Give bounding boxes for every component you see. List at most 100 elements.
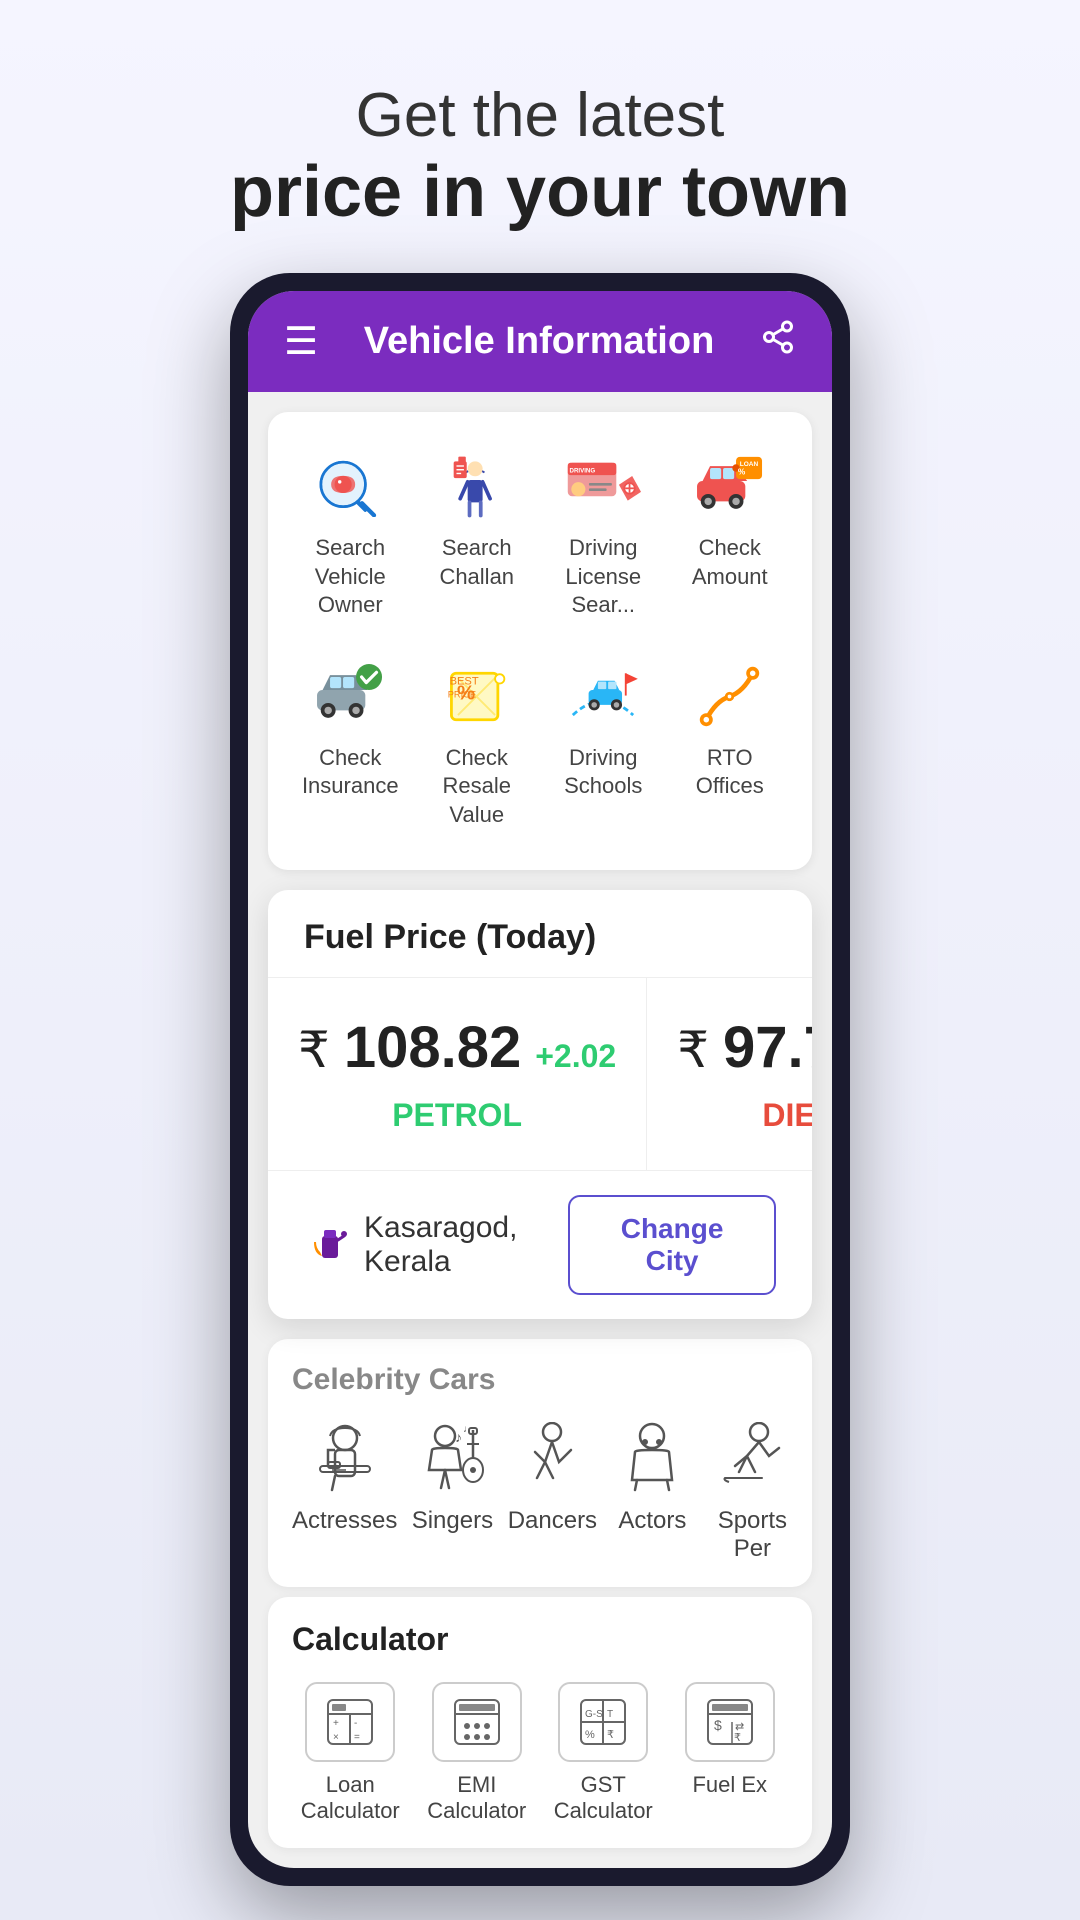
- diesel-price-amount: 97.70: [723, 1014, 812, 1081]
- svg-text:G-S: G-S: [585, 1709, 603, 1720]
- phone-frame: ☰ Vehicle Information: [230, 273, 850, 1886]
- svg-text:%: %: [738, 466, 746, 476]
- petrol-label: PETROL: [392, 1097, 522, 1134]
- grid-item-amount[interactable]: LOAN % Check Amount: [672, 436, 789, 636]
- phone-screen: ☰ Vehicle Information: [248, 291, 832, 1868]
- petrol-price-row: ₹ 108.82 +2.02: [298, 1014, 616, 1081]
- fuel-calculator-icon: $ ⇄ ₹: [685, 1682, 775, 1762]
- location-left: Kasaragod, Kerala: [304, 1211, 568, 1279]
- celebrity-item-singers[interactable]: ♪ ♩ Singers: [407, 1417, 497, 1563]
- calculator-section-title: Calculator: [292, 1621, 788, 1658]
- grid-label-challan: Search Challan: [427, 534, 528, 591]
- insurance-icon: [310, 662, 390, 732]
- app-header: ☰ Vehicle Information: [248, 291, 832, 392]
- search-vehicle-icon: [310, 452, 390, 522]
- actresses-icon: [300, 1417, 390, 1497]
- calc-label-gst: GST Calculator: [545, 1772, 662, 1824]
- grid-label-resale: Check Resale Value: [427, 744, 528, 830]
- page-background: Get the latest price in your town ☰ Vehi…: [0, 0, 1080, 1920]
- svg-text:₹: ₹: [607, 1729, 614, 1741]
- change-city-button[interactable]: Change City: [568, 1195, 776, 1295]
- diesel-price-section: ₹ 97.70 +2.01 DIESEL: [647, 978, 812, 1170]
- petrol-price-amount: 108.82: [344, 1014, 521, 1081]
- petrol-price-change: +2.02: [535, 1038, 616, 1075]
- app-title: Vehicle Information: [364, 320, 715, 363]
- singers-icon: ♪ ♩: [407, 1417, 497, 1497]
- location-text: Kasaragod, Kerala: [364, 1211, 568, 1279]
- calc-item-fuel[interactable]: $ ⇄ ₹ Fuel Ex: [672, 1682, 789, 1824]
- celebrity-label-singers: Singers: [412, 1507, 493, 1535]
- grid-label-driving-schools: Driving Schools: [553, 744, 654, 801]
- svg-text:♪: ♪: [455, 1429, 462, 1445]
- grid-label-license: Driving License Sear...: [553, 534, 654, 620]
- actors-icon: [607, 1417, 697, 1497]
- petrol-rupee-symbol: ₹: [298, 1021, 330, 1079]
- svg-text:PRICE: PRICE: [448, 690, 476, 700]
- headline-section: Get the latest price in your town: [190, 0, 890, 273]
- headline-top: Get the latest: [230, 80, 850, 151]
- celebrity-grid: Actresses: [292, 1417, 788, 1563]
- celebrity-section-title: Celebrity Cars: [292, 1363, 788, 1397]
- dancers-icon: [507, 1417, 597, 1497]
- calc-label-fuel: Fuel Ex: [692, 1772, 767, 1798]
- diesel-rupee-symbol: ₹: [677, 1021, 709, 1079]
- share-icon[interactable]: [760, 319, 796, 364]
- celebrity-cars-section: Celebrity Cars: [268, 1339, 812, 1587]
- calc-item-gst[interactable]: G-S T % ₹ GST Calculator: [545, 1682, 662, 1824]
- sports-icon: [707, 1417, 788, 1497]
- calculator-section: Calculator + -: [268, 1597, 812, 1848]
- grid-item-insurance[interactable]: Check Insurance: [292, 646, 409, 846]
- grid-item-challan[interactable]: Search Challan: [419, 436, 536, 636]
- calc-item-emi[interactable]: EMI Calculator: [419, 1682, 536, 1824]
- grid-label-search-vehicle: Search Vehicle Owner: [300, 534, 401, 620]
- celebrity-item-sports[interactable]: Sports Per: [707, 1417, 788, 1563]
- vehicle-grid-container: Search Vehicle Owner: [268, 412, 812, 870]
- celebrity-label-sports: Sports Per: [707, 1507, 788, 1563]
- hamburger-icon[interactable]: ☰: [284, 319, 318, 364]
- grid-item-rto[interactable]: RTO Offices: [672, 646, 789, 846]
- grid-label-insurance: Check Insurance: [300, 744, 401, 801]
- diesel-price-row: ₹ 97.70 +2.01: [677, 1014, 812, 1081]
- calc-label-loan: Loan Calculator: [292, 1772, 409, 1824]
- calc-item-loan[interactable]: + - × = Loan Calculator: [292, 1682, 409, 1824]
- svg-text:T: T: [607, 1709, 613, 1720]
- resale-icon: % BEST PRICE: [437, 662, 517, 732]
- gst-calculator-icon: G-S T % ₹: [558, 1682, 648, 1762]
- svg-text:×: ×: [333, 1732, 339, 1743]
- svg-text:♩: ♩: [463, 1424, 473, 1435]
- fuel-price-card: Fuel Price (Today) ₹ 108.82 +2.02 PETROL: [268, 890, 812, 1319]
- petrol-price-section: ₹ 108.82 +2.02 PETROL: [268, 978, 647, 1170]
- driving-schools-icon: [563, 662, 643, 732]
- fuel-prices-container: ₹ 108.82 +2.02 PETROL ₹ 97.70 +2.01: [268, 978, 812, 1171]
- challan-icon: [437, 452, 517, 522]
- celebrity-item-actresses[interactable]: Actresses: [292, 1417, 397, 1563]
- emi-calculator-icon: [432, 1682, 522, 1762]
- grid-label-rto: RTO Offices: [680, 744, 781, 801]
- headline-bottom: price in your town: [230, 151, 850, 233]
- celebrity-item-actors[interactable]: Actors: [607, 1417, 697, 1563]
- calc-label-emi: EMI Calculator: [419, 1772, 536, 1824]
- fuel-card-title: Fuel Price (Today): [304, 918, 596, 956]
- grid-item-search-vehicle[interactable]: Search Vehicle Owner: [292, 436, 409, 636]
- celebrity-label-actresses: Actresses: [292, 1507, 397, 1535]
- grid-item-resale[interactable]: % BEST PRICE Check Resale Value: [419, 646, 536, 846]
- grid-item-license[interactable]: DRIVING Driving Licen: [545, 436, 662, 636]
- svg-text:₹: ₹: [734, 1732, 741, 1744]
- celebrity-item-dancers[interactable]: Dancers: [507, 1417, 597, 1563]
- calculator-grid: + - × = Loan Calculator: [292, 1682, 788, 1824]
- diesel-label: DIESEL: [762, 1097, 812, 1134]
- svg-text:DRIVING: DRIVING: [569, 467, 595, 474]
- amount-icon: LOAN %: [690, 452, 770, 522]
- svg-text:=: =: [354, 1732, 360, 1743]
- celebrity-label-dancers: Dancers: [508, 1507, 597, 1535]
- svg-text:-: -: [354, 1718, 357, 1729]
- fuel-location-bar: Kasaragod, Kerala Change City: [268, 1171, 812, 1319]
- phone-wrapper: ☰ Vehicle Information: [0, 273, 1080, 1686]
- grid-item-driving-schools[interactable]: Driving Schools: [545, 646, 662, 846]
- loan-calculator-icon: + - × =: [305, 1682, 395, 1762]
- fuel-card-header: Fuel Price (Today): [268, 890, 812, 978]
- celebrity-label-actors: Actors: [618, 1507, 686, 1535]
- license-icon: DRIVING: [563, 452, 643, 522]
- svg-text:BEST: BEST: [450, 676, 479, 688]
- rto-icon: [690, 662, 770, 732]
